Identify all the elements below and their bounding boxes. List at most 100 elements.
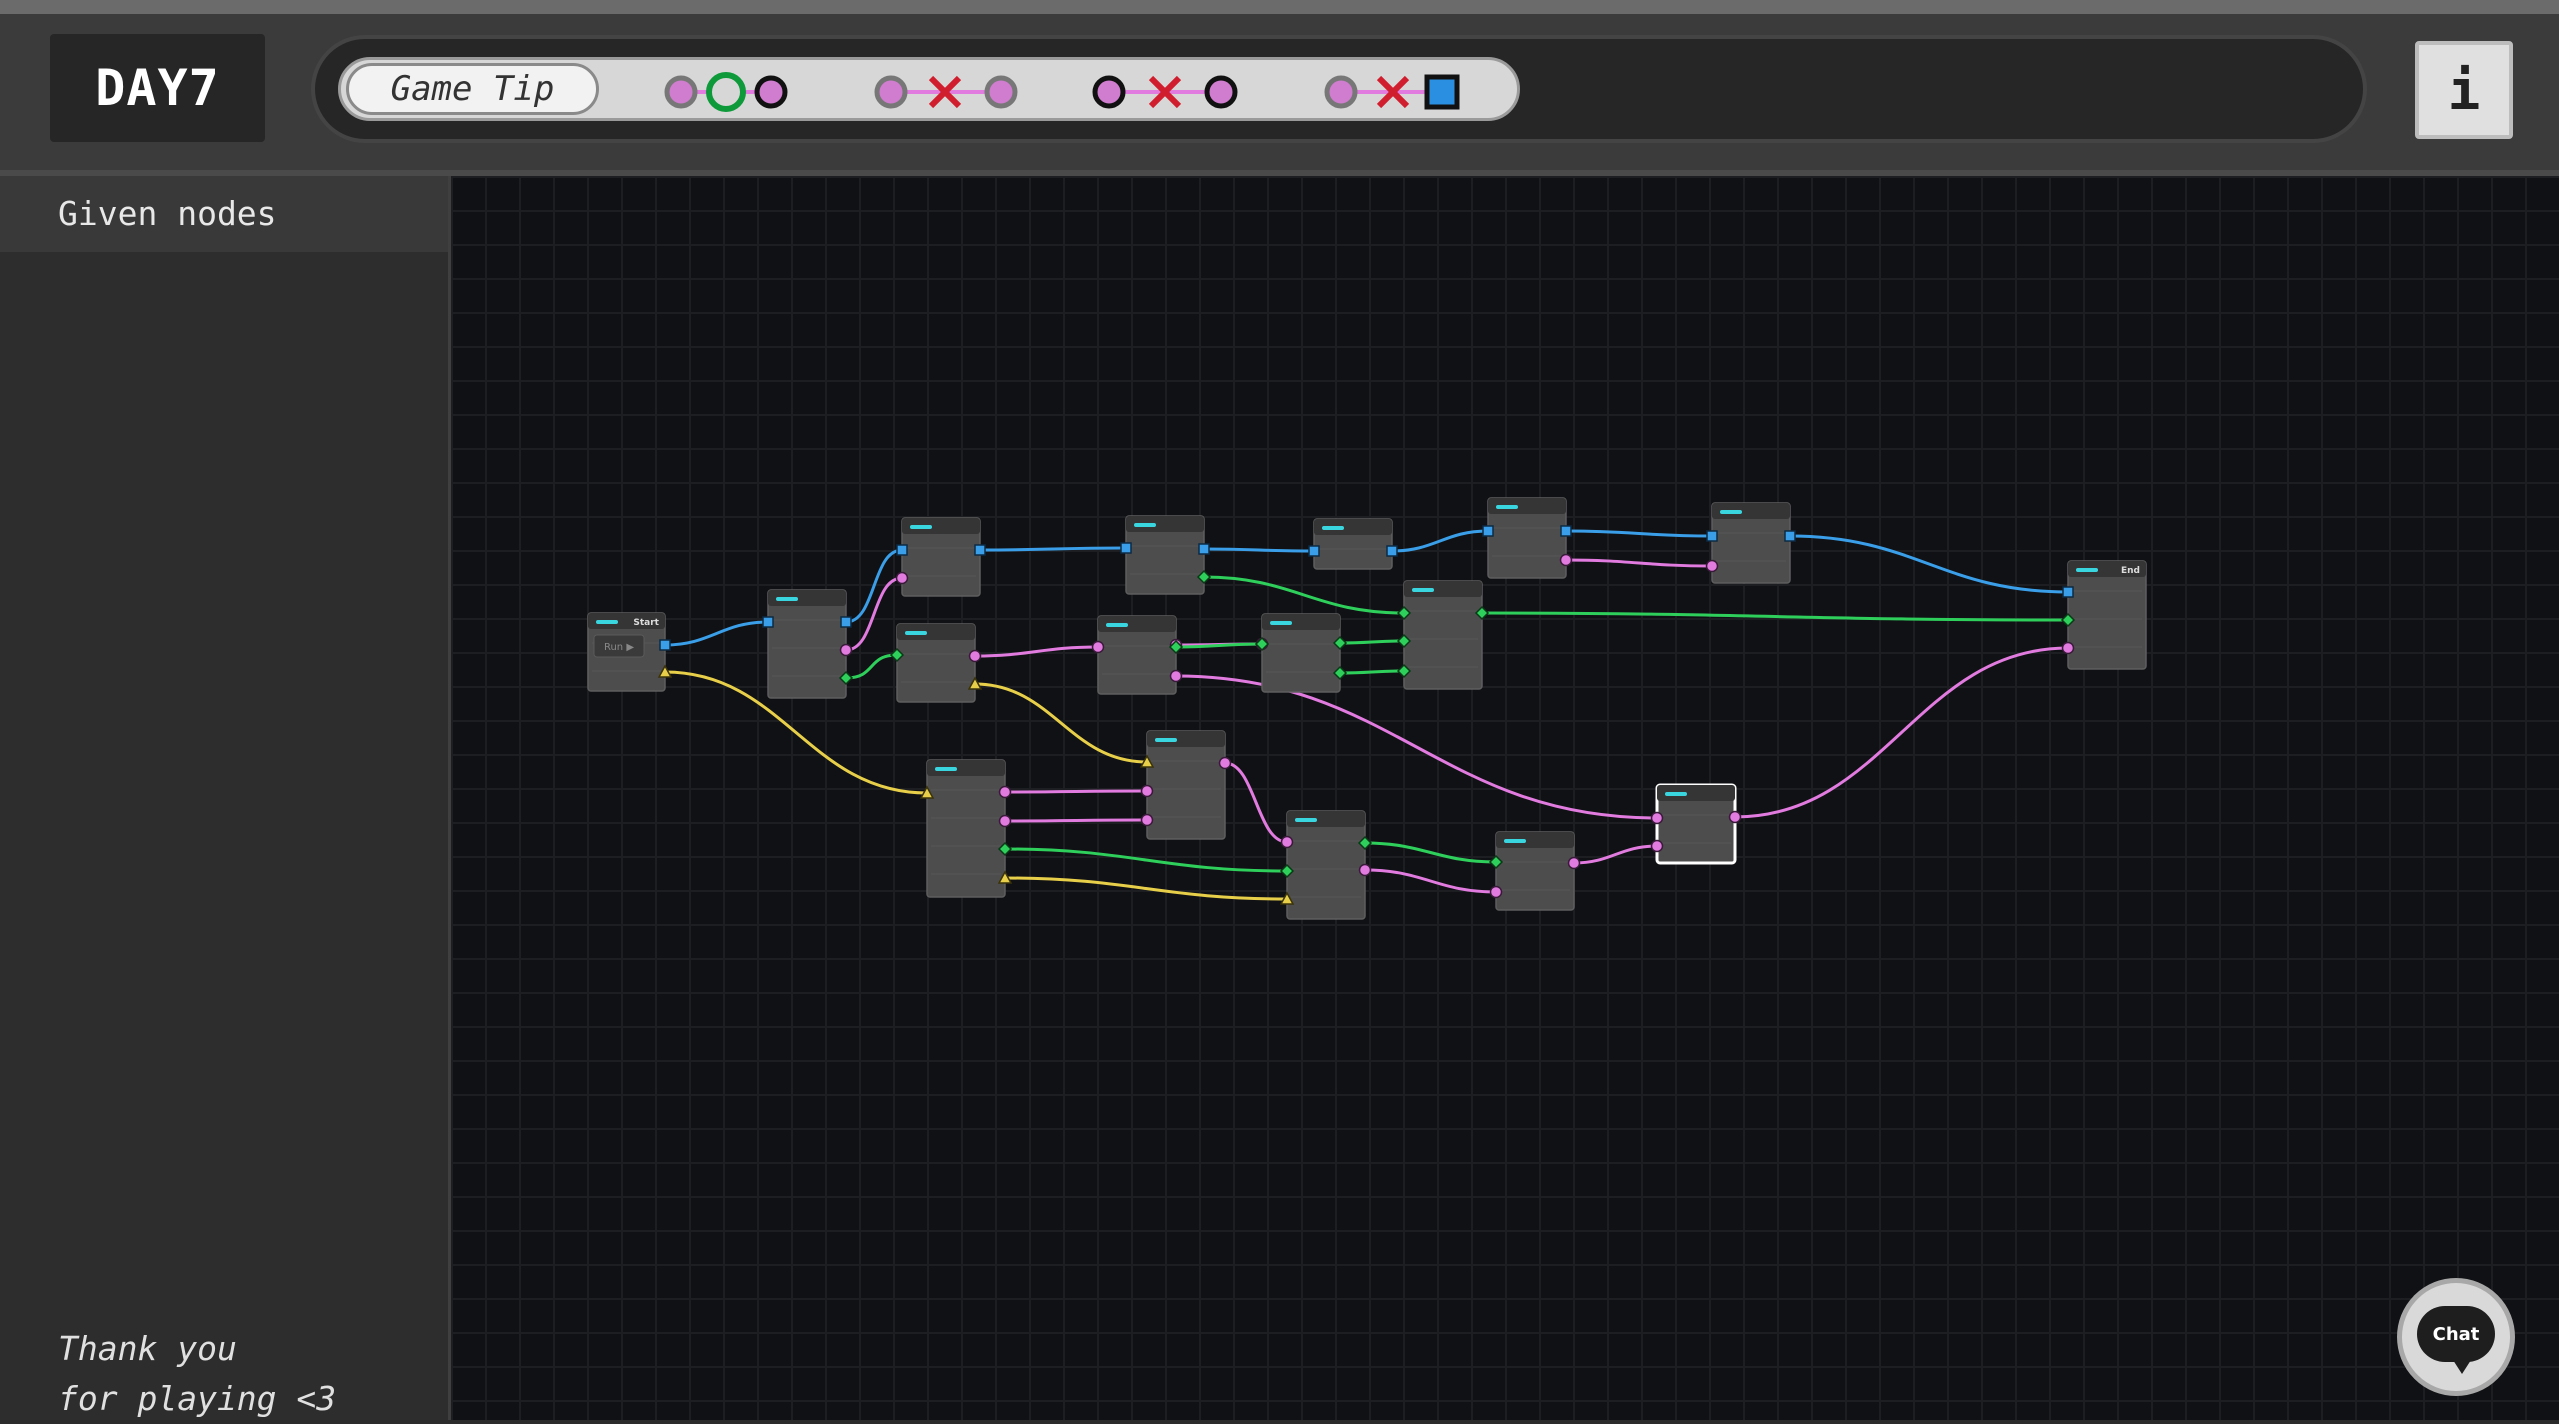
- graph-node-n17[interactable]: [1655, 783, 1737, 865]
- pink-port-icon[interactable]: [1091, 640, 1105, 654]
- yellow-wire: [1004, 876, 1288, 901]
- pink-port-icon[interactable]: [1728, 810, 1742, 824]
- blue-port-icon[interactable]: [1308, 545, 1320, 557]
- node-accent-icon: [905, 631, 927, 635]
- graph-node-n14[interactable]: [926, 759, 1006, 898]
- blue-square-port-icon: [1424, 74, 1460, 110]
- graph-node-n11[interactable]: [1711, 502, 1791, 584]
- thank-you-line-2: for playing <3: [58, 1379, 337, 1418]
- pink-port-icon[interactable]: [1650, 811, 1664, 825]
- node-graph-canvas[interactable]: Start Run ▶ End: [451, 176, 2559, 1420]
- blue-port-icon[interactable]: [659, 639, 671, 651]
- day-title: DAY7: [50, 34, 265, 142]
- top-bar: DAY7 Game Tip i: [0, 0, 2559, 176]
- green-wire: [1203, 575, 1405, 615]
- run-button-label: Run ▶: [604, 642, 634, 653]
- pink-wire: [1175, 674, 1658, 820]
- thank-you-line-1: Thank you: [58, 1329, 237, 1368]
- node-accent-icon: [2076, 568, 2098, 572]
- node-accent-icon: [596, 620, 618, 624]
- pink-port-icon[interactable]: [1567, 856, 1581, 870]
- graph-node-n4[interactable]: [896, 623, 976, 703]
- graph-node-n16[interactable]: [1495, 831, 1575, 911]
- pink-port-icon[interactable]: [1218, 756, 1232, 770]
- given-nodes-header: Given nodes: [0, 176, 448, 252]
- info-button[interactable]: i: [2415, 41, 2513, 139]
- blue-port-icon[interactable]: [1198, 543, 1210, 555]
- node-accent-icon: [1665, 792, 1687, 796]
- blue-wire: [979, 546, 1127, 552]
- pink-port-icon[interactable]: [1140, 784, 1154, 798]
- chat-bubble-icon: Chat: [2417, 1306, 2495, 1374]
- blue-port-icon[interactable]: [896, 544, 908, 556]
- chat-button[interactable]: Chat: [2397, 1278, 2515, 1396]
- pink-port-icon[interactable]: [1705, 559, 1719, 573]
- node-accent-icon: [1496, 505, 1518, 509]
- graph-node-n7[interactable]: [1313, 518, 1393, 570]
- graph-node-n13[interactable]: [1146, 730, 1226, 840]
- graph-node-n15[interactable]: [1286, 810, 1366, 920]
- blue-port-icon[interactable]: [762, 616, 774, 628]
- pink-wire: [1224, 761, 1288, 844]
- graph-node-n6[interactable]: [1097, 615, 1177, 695]
- blue-wire: [664, 620, 769, 647]
- pink-port-icon[interactable]: [968, 649, 982, 663]
- blue-wire: [1789, 534, 2069, 594]
- pink-port-dark-icon: [1204, 75, 1238, 109]
- graph-node-n3[interactable]: [901, 517, 981, 597]
- blue-port-icon[interactable]: [2062, 586, 2074, 598]
- blue-port-icon[interactable]: [1120, 542, 1132, 554]
- pink-port-icon[interactable]: [895, 571, 909, 585]
- blue-port-icon[interactable]: [1560, 525, 1572, 537]
- pink-port-icon[interactable]: [839, 643, 853, 657]
- node-body: [767, 589, 847, 699]
- blue-port-icon[interactable]: [840, 616, 852, 628]
- pink-port-icon: [874, 75, 908, 109]
- pink-wire: [1565, 558, 1713, 568]
- blue-port-icon[interactable]: [1706, 530, 1718, 542]
- green-ring-icon: [706, 72, 746, 112]
- pink-port-icon[interactable]: [1169, 669, 1183, 683]
- start-node-label: Start: [633, 618, 659, 628]
- green-wire: [845, 653, 898, 680]
- graph-node-n10[interactable]: [1487, 497, 1567, 579]
- tip-legend: [664, 72, 1460, 112]
- pink-port-icon[interactable]: [998, 814, 1012, 828]
- tip-legend-invalid-1: [874, 75, 1018, 109]
- graph-node-start[interactable]: Start Run ▶: [587, 612, 666, 692]
- graph-node-n8[interactable]: [1261, 613, 1341, 693]
- pink-port-icon[interactable]: [2061, 641, 2075, 655]
- node-accent-icon: [1134, 523, 1156, 527]
- pink-wire: [1573, 844, 1658, 865]
- pink-wire: [1004, 789, 1148, 794]
- pink-port-icon[interactable]: [1650, 839, 1664, 853]
- graph-node-end[interactable]: End: [2067, 560, 2147, 670]
- ports: [657, 525, 2076, 905]
- pink-port-icon[interactable]: [1559, 553, 1573, 567]
- blue-port-icon[interactable]: [974, 544, 986, 556]
- pink-port-dark-icon: [1092, 75, 1126, 109]
- pink-port-icon[interactable]: [1140, 813, 1154, 827]
- pink-wire: [1364, 868, 1497, 894]
- node-accent-icon: [910, 525, 932, 529]
- pink-port-icon[interactable]: [1358, 863, 1372, 877]
- blue-port-icon[interactable]: [1784, 530, 1796, 542]
- blue-wire: [1391, 529, 1489, 553]
- end-node-label: End: [2121, 566, 2140, 576]
- node-body: [2067, 560, 2147, 670]
- nodes: Start Run ▶ End: [587, 497, 2147, 920]
- graph-node-n5[interactable]: [1125, 515, 1205, 595]
- blue-port-icon[interactable]: [1482, 525, 1494, 537]
- node-body: [1286, 810, 1366, 920]
- pink-port-icon[interactable]: [1280, 835, 1294, 849]
- blue-wire: [1565, 529, 1713, 538]
- node-accent-icon: [1720, 510, 1742, 514]
- pink-wire: [974, 645, 1099, 658]
- pink-port-icon: [664, 75, 698, 109]
- pink-port-icon[interactable]: [1489, 885, 1503, 899]
- pink-port-icon[interactable]: [998, 785, 1012, 799]
- graph-node-n9[interactable]: [1403, 580, 1483, 690]
- blue-port-icon[interactable]: [1386, 545, 1398, 557]
- blue-wire: [1203, 547, 1315, 553]
- graph-node-n2[interactable]: [767, 589, 847, 699]
